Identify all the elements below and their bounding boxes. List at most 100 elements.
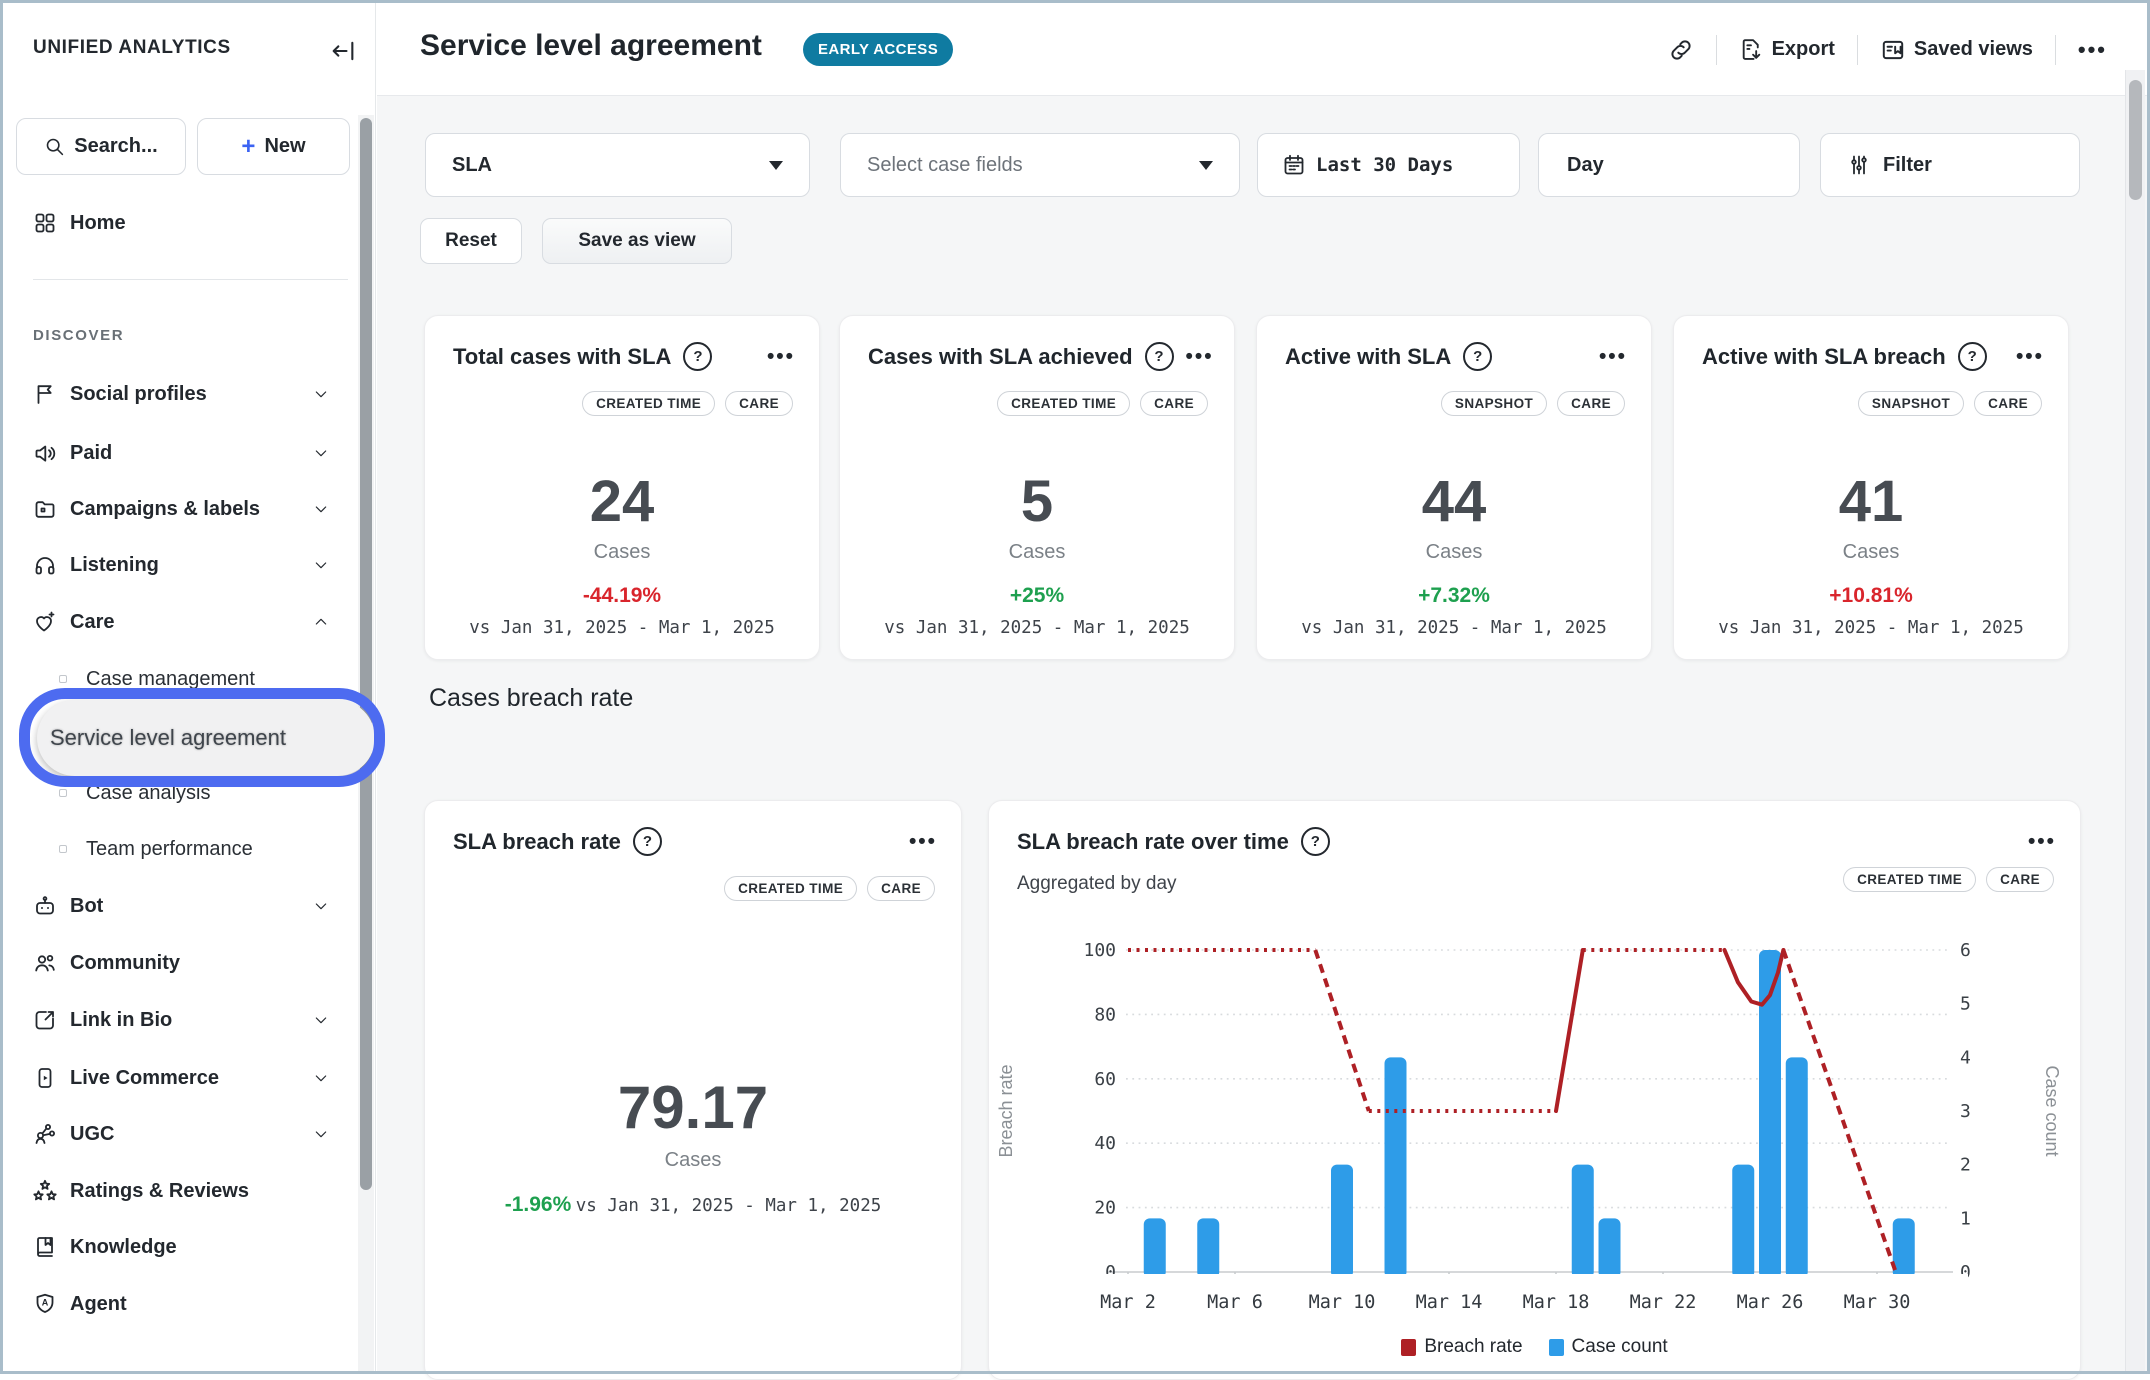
svg-text:Mar 14: Mar 14 [1416, 1292, 1483, 1313]
card-more-icon[interactable]: ••• [767, 345, 795, 369]
sidebar-item-live-commerce[interactable]: Live Commerce [3, 1059, 358, 1097]
legend-case-count[interactable]: Case count [1549, 1336, 1668, 1358]
sidebar-subitem-case-analysis[interactable]: Case analysis [3, 775, 358, 811]
case-count-bar[interactable] [1786, 1057, 1808, 1278]
sidebar-item-agent[interactable]: A Agent [3, 1285, 358, 1323]
page-header: Service level agreement EARLY ACCESS Exp… [377, 3, 2147, 96]
granularity-button[interactable]: Day [1538, 133, 1800, 197]
sla-breach-rate-card: SLA breach rate ? ••• CREATED TIME CARE … [424, 800, 962, 1380]
sidebar-item-knowledge[interactable]: Knowledge [3, 1228, 358, 1266]
sidebar-item-ugc[interactable]: UGC [3, 1115, 358, 1153]
metric-value: 79.17 [618, 1074, 768, 1141]
page-scrollbar-thumb[interactable] [2129, 80, 2142, 200]
header-divider [1716, 35, 1717, 65]
metric-compare: vs Jan 31, 2025 - Mar 1, 2025 [1718, 618, 2024, 638]
svg-text:Case count: Case count [2042, 1065, 2062, 1156]
sidebar-item-paid[interactable]: Paid [3, 434, 358, 472]
tag-care: CARE [725, 391, 793, 416]
svg-text:Mar 2: Mar 2 [1100, 1292, 1156, 1313]
tag-created-time: CREATED TIME [724, 876, 857, 901]
folder-icon [33, 497, 57, 521]
save-as-view-button[interactable]: Save as view [542, 218, 732, 264]
saved-views-button[interactable]: Saved views [1880, 37, 2033, 63]
sidebar-item-home[interactable]: Home [3, 204, 358, 242]
tag-snapshot: SNAPSHOT [1441, 391, 1547, 416]
copy-link-icon[interactable] [1668, 37, 1694, 63]
help-icon[interactable]: ? [1301, 827, 1330, 856]
sidebar-item-listening[interactable]: Listening [3, 546, 358, 584]
card-more-icon[interactable]: ••• [1186, 345, 1214, 369]
svg-text:20: 20 [1094, 1198, 1116, 1219]
page-scrollbar[interactable] [2125, 70, 2145, 1371]
sidebar-subitem-service-level-agreement[interactable]: Service level agreement [37, 700, 375, 776]
sla-dropdown[interactable]: SLA [425, 133, 810, 197]
metric-delta: -44.19% [583, 584, 661, 607]
case-count-bar[interactable] [1599, 1218, 1621, 1278]
sidebar-item-ratings-reviews[interactable]: Ratings & Reviews [3, 1172, 358, 1210]
sidebar-item-campaigns-labels[interactable]: Campaigns & labels [3, 490, 358, 528]
help-icon[interactable]: ? [683, 342, 712, 371]
legend-breach-rate[interactable]: Breach rate [1401, 1336, 1522, 1358]
phone-play-icon [33, 1066, 57, 1090]
reset-button[interactable]: Reset [420, 218, 522, 264]
card-more-icon[interactable]: ••• [2016, 345, 2044, 369]
bullet-square-icon [59, 675, 67, 683]
tag-care: CARE [1974, 391, 2042, 416]
sidebar-item-bot[interactable]: Bot [3, 887, 358, 925]
case-count-bar[interactable] [1385, 1057, 1407, 1278]
case-count-bar[interactable] [1331, 1165, 1353, 1278]
metric-unit: Cases [665, 1149, 722, 1171]
svg-text:4: 4 [1960, 1047, 1971, 1068]
sliders-icon [1847, 153, 1871, 177]
tag-created-time: CREATED TIME [582, 391, 715, 416]
case-count-bar[interactable] [1759, 950, 1781, 1278]
collapse-sidebar-icon[interactable] [329, 37, 357, 65]
metric-value: 41 [1839, 469, 1904, 534]
case-count-bar[interactable] [1197, 1218, 1219, 1278]
new-button[interactable]: + New [197, 118, 350, 175]
help-icon[interactable]: ? [1463, 342, 1492, 371]
filter-button[interactable]: Filter [1820, 133, 2080, 197]
tag-care: CARE [1557, 391, 1625, 416]
early-access-badge: EARLY ACCESS [803, 33, 953, 66]
metric-delta: -1.96% [505, 1193, 572, 1216]
sidebar-subitem-team-performance[interactable]: Team performance [3, 831, 358, 867]
sidebar-scrollbar-thumb[interactable] [360, 118, 372, 1190]
care-heart-icon [33, 610, 57, 634]
tag-created-time: CREATED TIME [1843, 867, 1976, 892]
export-button[interactable]: Export [1739, 37, 1835, 62]
search-button[interactable]: Search... [16, 118, 186, 175]
card-more-icon[interactable]: ••• [909, 830, 937, 854]
svg-text:40: 40 [1094, 1133, 1116, 1154]
case-count-bar[interactable] [1732, 1165, 1754, 1278]
home-grid-icon [33, 211, 57, 235]
header-more-icon[interactable]: ••• [2078, 37, 2107, 63]
breach-rate-chart[interactable]: 0204060801000123456Mar 2Mar 6Mar 10Mar 1… [988, 900, 2081, 1370]
card-more-icon[interactable]: ••• [1599, 345, 1627, 369]
sidebar-item-community[interactable]: Community [3, 944, 358, 982]
sidebar-item-care[interactable]: Care [3, 603, 358, 641]
case-fields-dropdown[interactable]: Select case fields [840, 133, 1240, 197]
help-icon[interactable]: ? [1958, 342, 1987, 371]
help-icon[interactable]: ? [633, 827, 662, 856]
case-count-bar[interactable] [1144, 1218, 1166, 1278]
search-icon [44, 136, 65, 157]
metric-compare: vs Jan 31, 2025 - Mar 1, 2025 [469, 618, 775, 638]
svg-text:100: 100 [1083, 940, 1116, 961]
bullet-square-icon [59, 789, 67, 797]
header-divider [2055, 35, 2056, 65]
chart-aggregation-label: Aggregated by day [1017, 873, 1177, 895]
breach-rate-line-segment [1556, 950, 1583, 1111]
sidebar-item-social-profiles[interactable]: Social profiles [3, 375, 358, 413]
case-count-bar[interactable] [1572, 1165, 1594, 1278]
metric-unit: Cases [1843, 541, 1900, 563]
legend-swatch-breach-rate [1401, 1339, 1416, 1356]
date-range-button[interactable]: Last 30 Days [1257, 133, 1520, 197]
sidebar-subitem-case-management[interactable]: Case management [3, 661, 358, 697]
chart-legend: Breach rate Case count [988, 1336, 2081, 1358]
tag-care: CARE [1986, 867, 2054, 892]
card-more-icon[interactable]: ••• [2028, 830, 2056, 854]
sidebar-item-link-in-bio[interactable]: Link in Bio [3, 1001, 358, 1039]
help-icon[interactable]: ? [1145, 342, 1174, 371]
chevron-down-icon [313, 386, 329, 402]
